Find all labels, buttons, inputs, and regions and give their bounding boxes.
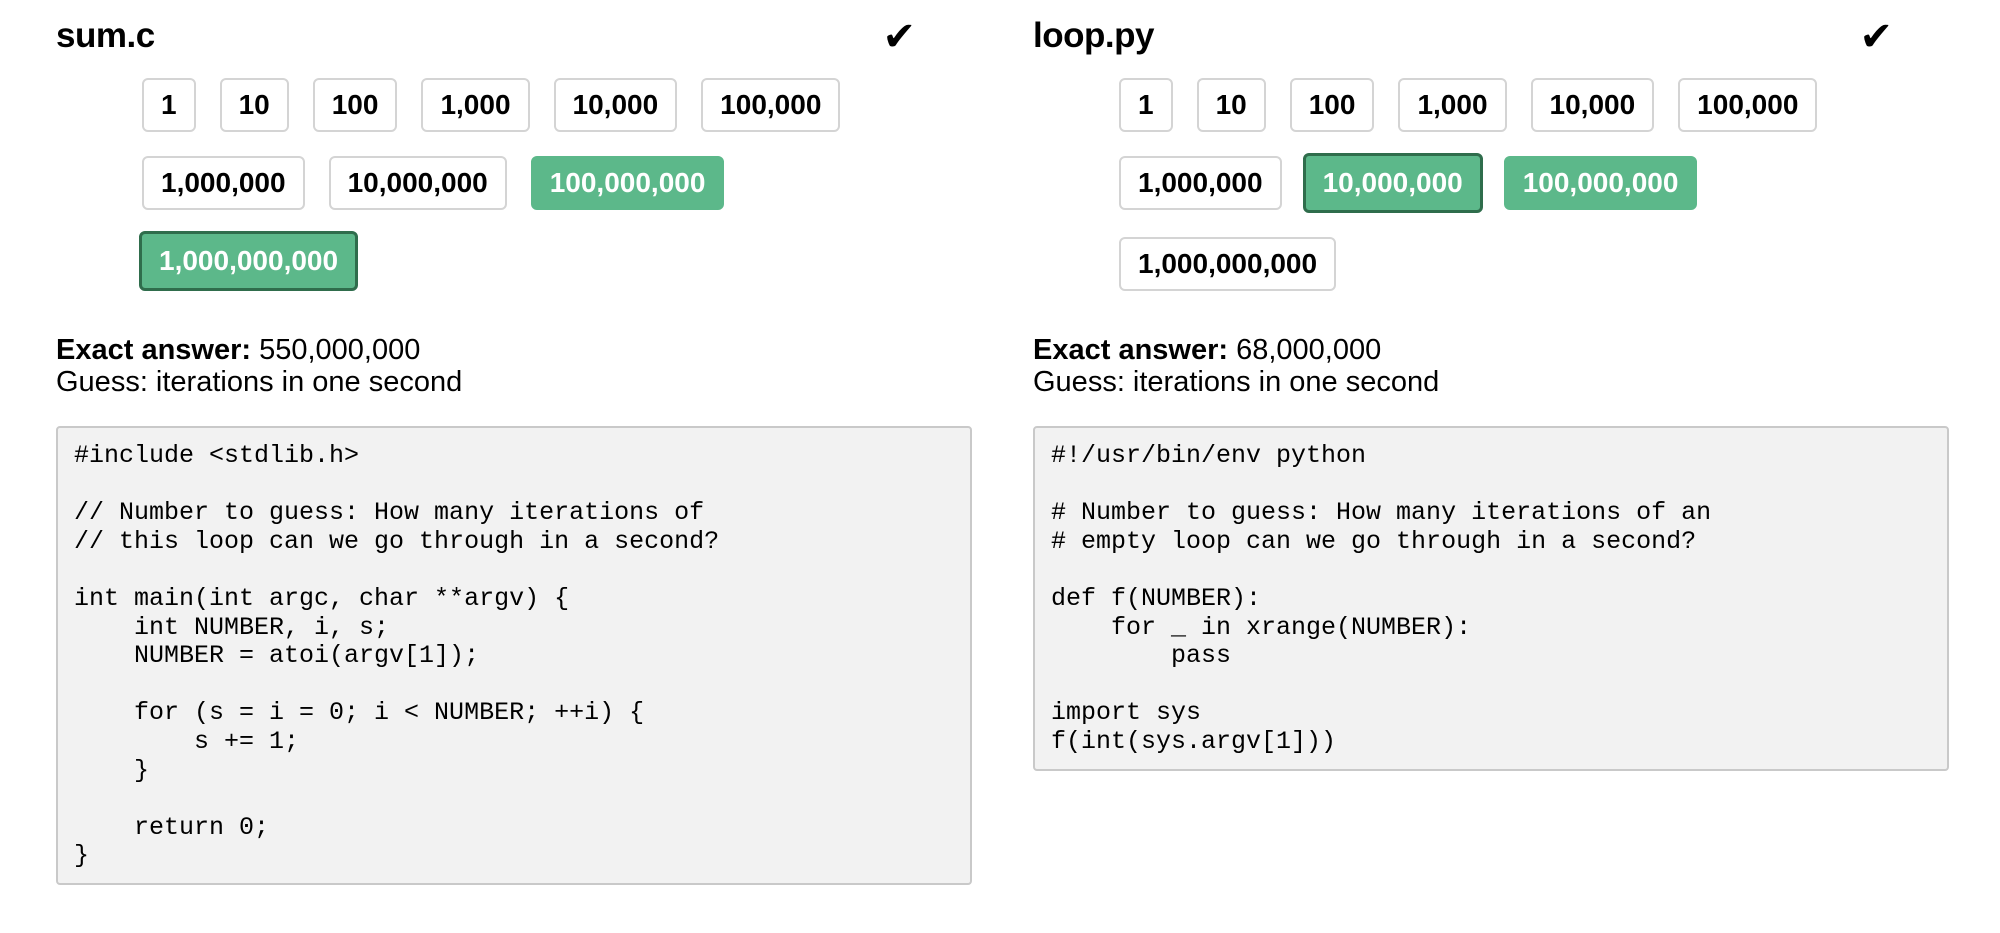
- option-button[interactable]: 100,000: [701, 78, 841, 132]
- guess-caption: Guess: iterations in one second: [56, 366, 463, 398]
- panel-title: loop.py: [1033, 16, 1154, 55]
- guess-options: 1 10 100 1,000 10,000 100,000 1,000,000 …: [1119, 78, 1879, 291]
- option-button[interactable]: 1,000: [421, 78, 530, 132]
- option-button[interactable]: 100: [1289, 78, 1375, 132]
- code-block: #!/usr/bin/env python # Number to guess:…: [1033, 426, 1949, 771]
- option-button[interactable]: 1: [1119, 78, 1173, 132]
- option-button[interactable]: 1,000: [1398, 78, 1507, 132]
- answer-block: Exact answer: 550,000,000 Guess: iterati…: [56, 334, 972, 398]
- exact-answer-label: Exact answer:: [1033, 334, 1229, 366]
- panel-header: loop.py ✔: [1033, 0, 1949, 78]
- option-button[interactable]: 10,000: [553, 78, 678, 132]
- exact-answer: Exact answer: 68,000,000: [1033, 334, 1949, 366]
- guess-caption: Guess: iterations in one second: [1033, 366, 1440, 398]
- code-block: #include <stdlib.h> // Number to guess: …: [56, 426, 972, 885]
- check-icon: ✔: [1859, 14, 1893, 60]
- option-button[interactable]: 10,000,000: [328, 156, 507, 210]
- exact-answer: Exact answer: 550,000,000: [56, 334, 972, 366]
- guess-options: 1 10 100 1,000 10,000 100,000 1,000,000 …: [139, 78, 902, 291]
- exact-answer-label: Exact answer:: [56, 334, 252, 366]
- panel-header: sum.c ✔: [56, 0, 972, 78]
- check-icon: ✔: [882, 14, 916, 60]
- option-button[interactable]: 1,000,000,000: [1119, 237, 1337, 291]
- option-button[interactable]: 100,000: [1678, 78, 1818, 132]
- option-button[interactable]: 100,000,000: [1503, 156, 1698, 210]
- option-button[interactable]: 10,000: [1530, 78, 1655, 132]
- option-button[interactable]: 100: [312, 78, 398, 132]
- answer-block: Exact answer: 68,000,000 Guess: iteratio…: [1033, 334, 1949, 398]
- option-button[interactable]: 10,000,000: [1302, 153, 1483, 213]
- page: sum.c ✔ 1 10 100 1,000 10,000 100,000 1,…: [0, 0, 2000, 933]
- option-button[interactable]: 10: [219, 78, 289, 132]
- panel-loop-py: loop.py ✔ 1 10 100 1,000 10,000 100,000 …: [1033, 0, 1949, 771]
- panel-sum-c: sum.c ✔ 1 10 100 1,000 10,000 100,000 1,…: [56, 0, 972, 885]
- panel-title: sum.c: [56, 16, 155, 55]
- exact-answer-value: 68,000,000: [1236, 334, 1382, 366]
- option-button[interactable]: 1,000,000: [1119, 156, 1282, 210]
- option-button[interactable]: 1,000,000,000: [139, 231, 359, 291]
- option-button[interactable]: 1: [142, 78, 196, 132]
- exact-answer-value: 550,000,000: [259, 334, 421, 366]
- option-button[interactable]: 10: [1196, 78, 1266, 132]
- option-button[interactable]: 100,000,000: [530, 156, 725, 210]
- option-button[interactable]: 1,000,000: [142, 156, 305, 210]
